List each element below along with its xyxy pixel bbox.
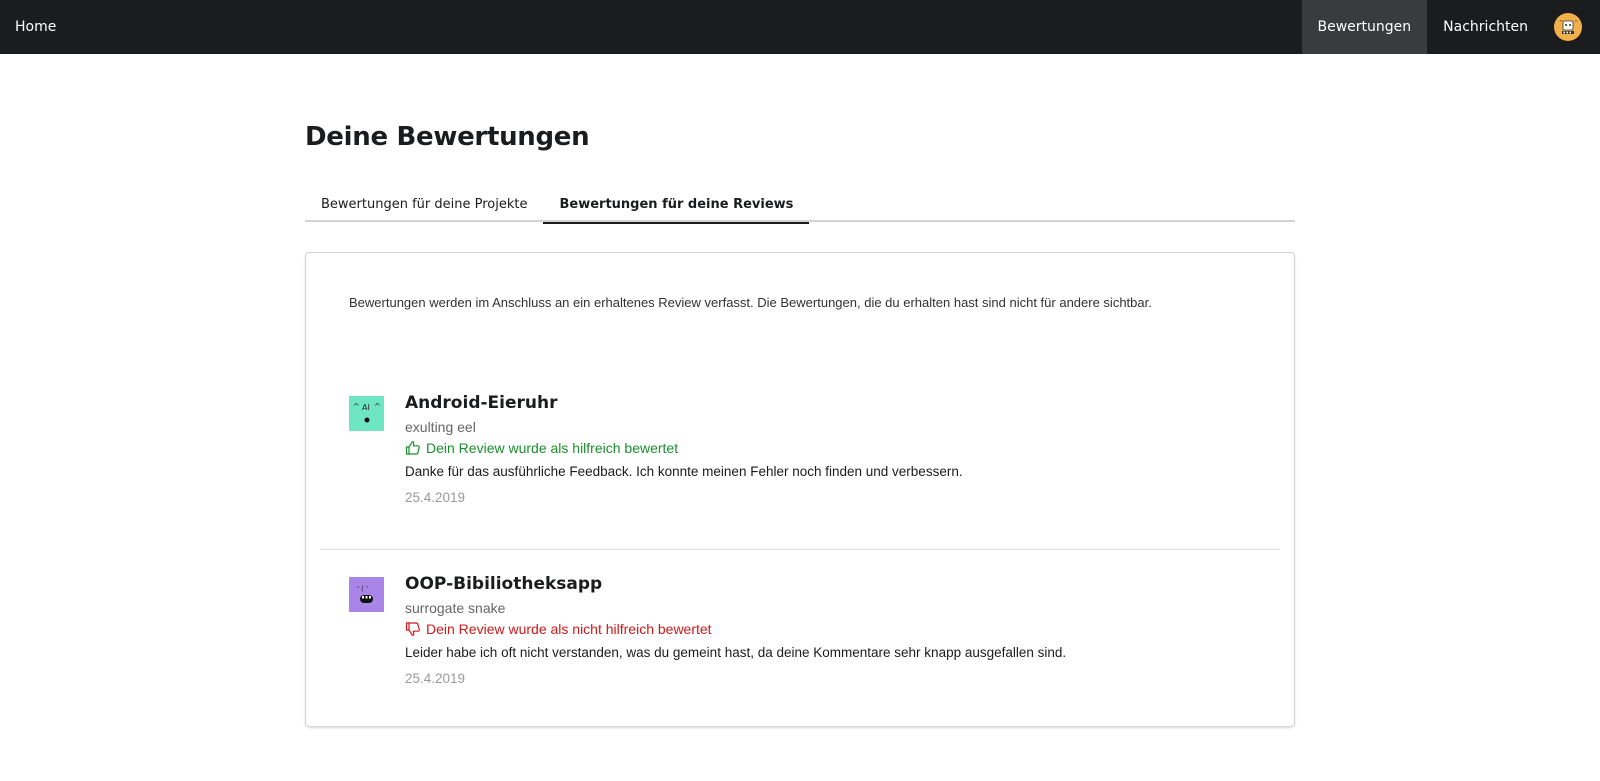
review-date: 25.4.2019 [405,490,466,505]
review-divider [320,549,1280,550]
svg-text:AI: AI [362,403,370,412]
review-verdict-text: Dein Review wurde als nicht hilfreich be… [426,621,712,637]
project-avatar-icon: ^ ^ AI [349,396,384,431]
user-avatar-icon: ^ ^ [1554,13,1582,41]
tab-reviews[interactable]: Bewertungen für deine Reviews [543,186,810,224]
svg-text:^: ^ [1574,20,1578,26]
review-comment: Leider habe ich oft nicht verstanden, wa… [405,645,1067,660]
review-author: exulting eel [405,419,476,435]
info-text: Bewertungen werden im Anschluss an ein e… [349,295,1152,310]
page-title: Deine Bewertungen [305,122,590,152]
review-body: Android-Eieruhr exulting eel Dein Review… [405,393,1255,507]
user-menu[interactable]: ^ ^ [1544,0,1600,54]
project-avatar-icon: ' ( ' [349,577,384,612]
review-body: OOP-Bibiliotheksapp surrogate snake Dein… [405,574,1255,688]
thumbs-down-icon [405,621,421,637]
tab-projekte[interactable]: Bewertungen für deine Projekte [305,186,543,222]
review-project-title[interactable]: OOP-Bibiliotheksapp [405,571,1255,597]
review-verdict-text: Dein Review wurde als hilfreich bewertet [426,440,679,456]
review-verdict: Dein Review wurde als nicht hilfreich be… [405,620,1255,638]
nav-item-bewertungen[interactable]: Bewertungen [1301,0,1428,54]
thumbs-up-icon [405,440,421,456]
nav-item-nachrichten[interactable]: Nachrichten [1427,0,1544,54]
nav-right-group: Bewertungen Nachrichten ^ ^ [1301,0,1600,54]
nav-home-link[interactable]: Home [0,0,71,54]
review-verdict: Dein Review wurde als hilfreich bewertet [405,439,1255,457]
review-project-title[interactable]: Android-Eieruhr [405,390,1255,416]
review-comment: Danke für das ausführliche Feedback. Ich… [405,464,963,479]
svg-text:^: ^ [1559,20,1563,26]
svg-text:^: ^ [374,402,381,411]
tab-bar: Bewertungen für deine Projekte Bewertung… [305,186,1295,224]
svg-text:^: ^ [353,402,360,411]
review-author: surrogate snake [405,600,506,616]
svg-text:' ( ': ' ( ' [357,585,368,593]
review-date: 25.4.2019 [405,671,466,686]
ratings-card: Bewertungen werden im Anschluss an ein e… [305,252,1295,727]
top-navbar: Home Bewertungen Nachrichten ^ ^ [0,0,1600,54]
